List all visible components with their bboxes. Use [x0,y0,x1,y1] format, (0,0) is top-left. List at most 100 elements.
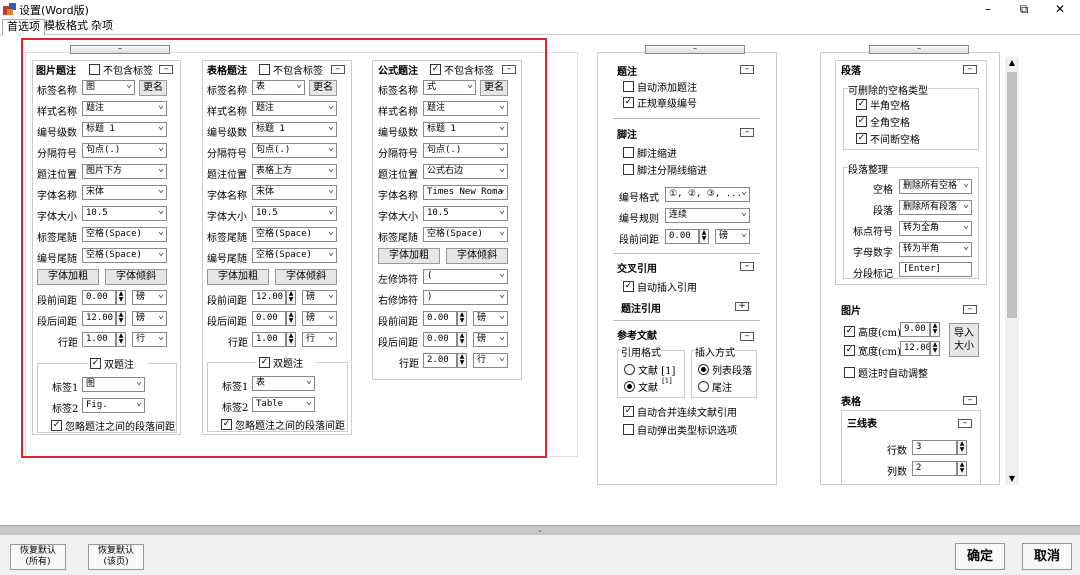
footnote-rule-select[interactable]: 连续 [665,208,750,223]
punct-label: 标点符号 [853,227,893,238]
rows-label: 行数 [887,446,907,457]
paragraph-tidy-title: 段落整理 [848,161,888,176]
table-settings-title: 表格 [841,397,861,408]
references-title: 参考文献 [617,331,657,342]
cols-spinner[interactable]: ▲ ▼ [957,461,967,476]
highlight-frame [21,38,547,458]
close-button[interactable]: ✕ [1042,0,1078,18]
mark-label: 分段标记 [853,269,893,280]
caption-settings-title: 题注 [617,67,637,78]
footnote-sep-indent-label: 脚注分隔线缩进 [637,166,707,177]
references-collapse[interactable]: – [740,332,754,341]
cols-label: 列数 [887,467,907,478]
cite-style-radio-2[interactable] [624,381,635,392]
footnote-indent-checkbox[interactable] [623,147,634,158]
nbsp-checkbox[interactable]: ✓ [856,133,867,144]
app-icon [3,3,16,15]
import-size-button[interactable]: 导入大小 [949,323,979,357]
normalize-chapter-label: 正规章级编号 [637,99,697,110]
height-checkbox[interactable]: ✓ [844,326,855,337]
half-width-space-label: 半角空格 [870,101,910,112]
height-input[interactable]: 9.00 [900,322,930,337]
footnote-before-label: 段前间距 [619,235,659,246]
width-spinner[interactable]: ▲ ▼ [930,341,940,356]
paragraph-title: 段落 [841,66,861,77]
caption-settings-collapse[interactable]: – [740,65,754,74]
cancel-button[interactable]: 取消 [1022,543,1072,570]
rows-spinner[interactable]: ▲ ▼ [957,440,967,455]
cite-style-option-2-sup: [1] [662,377,672,385]
width-checkbox[interactable]: ✓ [844,345,855,356]
space-select[interactable]: 删除所有空格 [899,179,972,194]
height-spinner[interactable]: ▲ ▼ [930,322,940,337]
splitter-grip-icon[interactable]: ⌄ [533,526,547,534]
insert-mode-option-2: 尾注 [712,383,732,394]
merge-refs-checkbox[interactable]: ✓ [623,406,634,417]
para-select[interactable]: 删除所有段落 [899,200,972,215]
paragraph-collapse[interactable]: – [963,65,977,74]
insert-mode-title: 插入方式 [695,344,735,359]
rows-input[interactable]: 3 [912,440,957,455]
scrollbar-thumb[interactable] [1007,72,1017,318]
autofit-checkbox[interactable] [844,367,855,378]
tab-preferences[interactable]: 首选项 [2,19,45,35]
scroll-up-icon[interactable]: ▲ [1007,58,1017,68]
restore-all-button[interactable]: 恢复默认(所有) [10,544,66,570]
auto-add-caption-label: 自动添加题注 [637,83,697,94]
insert-mode-radio-1[interactable] [698,364,709,375]
xref-collapse[interactable]: – [740,262,754,271]
footnote-format-label: 编号格式 [619,193,659,204]
space-label: 空格 [873,185,893,196]
divider [613,253,760,254]
height-label: 高度(cm) [858,328,901,339]
mark-input[interactable]: [Enter] [899,262,972,277]
collapse-bar-right[interactable]: – [869,45,969,54]
width-input[interactable]: 12.00 [900,341,930,356]
footnote-rule-label: 编号规则 [619,214,659,225]
popup-type-label: 自动弹出类型标识选项 [637,426,737,437]
alnum-select[interactable]: 转为半角 [899,242,972,257]
footnote-before-input[interactable]: 0.00 [665,229,699,244]
para-label: 段落 [873,206,893,217]
footnote-title: 脚注 [617,130,637,141]
tab-strip [0,18,1080,35]
tab-misc[interactable]: 杂项 [87,19,117,35]
half-width-space-checkbox[interactable]: ✓ [856,99,867,110]
normalize-chapter-checkbox[interactable]: ✓ [623,97,634,108]
maximize-button[interactable]: ⧉ [1006,0,1042,18]
popup-type-checkbox[interactable] [623,424,634,435]
full-width-space-label: 全角空格 [870,118,910,129]
footnote-format-select[interactable]: ①, ②, ③, ... [665,187,750,202]
cite-style-option-1: 文献 [1] [638,366,676,377]
auto-add-caption-checkbox[interactable] [623,81,634,92]
auto-insert-ref-checkbox[interactable]: ✓ [623,281,634,292]
cite-style-option-2: 文献 [638,383,658,394]
cols-input[interactable]: 2 [912,461,957,476]
nbsp-label: 不间断空格 [870,135,920,146]
merge-refs-label: 自动合并连续文献引用 [637,408,737,419]
collapse-bar-mid[interactable]: – [645,45,745,54]
punct-select[interactable]: 转为全角 [899,221,972,236]
minimize-button[interactable]: – [970,0,1006,18]
footnote-before-unit[interactable]: 磅 [715,229,750,244]
footnote-collapse[interactable]: – [740,128,754,137]
restore-page-button[interactable]: 恢复默认(该页) [88,544,144,570]
cite-style-title: 引用格式 [621,344,661,359]
three-line-collapse[interactable]: – [958,419,972,428]
picture-title: 图片 [841,306,861,317]
cite-style-radio-1[interactable] [624,364,635,375]
picture-collapse[interactable]: – [963,305,977,314]
tab-template-format[interactable]: 模板格式 [40,19,92,35]
three-line-title: 三线表 [847,419,877,430]
insert-mode-radio-2[interactable] [698,381,709,392]
insert-mode-option-1: 列表段落 [712,366,752,377]
footnote-before-spinner[interactable]: ▲ ▼ [699,229,709,244]
scroll-down-icon[interactable]: ▼ [1007,474,1017,484]
footnote-sep-indent-checkbox[interactable] [623,164,634,175]
xref-title: 交叉引用 [617,264,657,275]
width-label: 宽度(cm) [858,347,901,358]
full-width-space-checkbox[interactable]: ✓ [856,116,867,127]
caption-ref-expand[interactable]: + [735,302,749,311]
ok-button[interactable]: 确定 [955,543,1005,570]
table-settings-collapse[interactable]: – [963,396,977,405]
